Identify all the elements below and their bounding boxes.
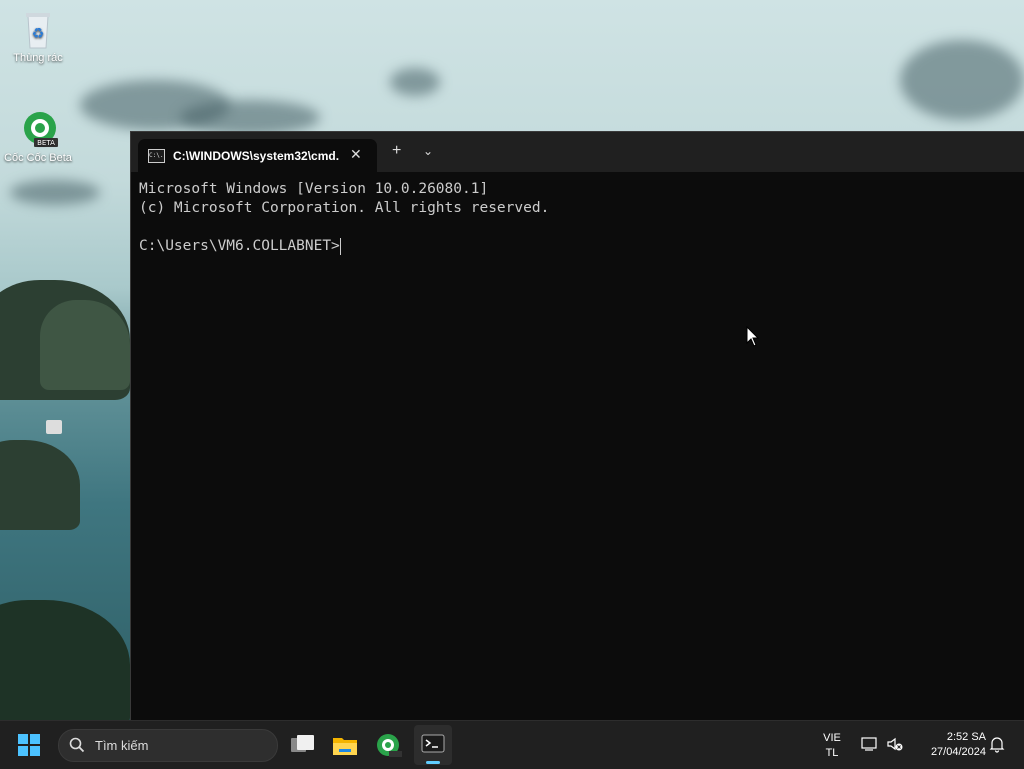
- search-box[interactable]: Tìm kiếm: [58, 729, 278, 762]
- task-view-icon[interactable]: [286, 729, 318, 761]
- search-icon: [69, 737, 85, 753]
- close-tab-icon[interactable]: ✕: [350, 146, 362, 163]
- terminal-window[interactable]: C:\. C:\WINDOWS\system32\cmd. ✕ + ⌄ Micr…: [130, 131, 1024, 721]
- search-placeholder: Tìm kiếm: [95, 738, 149, 753]
- chevron-down-icon[interactable]: ⌄: [423, 144, 433, 158]
- desktop-icon-label: Cốc Cốc Beta: [4, 152, 72, 164]
- svg-text:♻: ♻: [32, 26, 45, 42]
- console-line: (c) Microsoft Corporation. All rights re…: [139, 200, 550, 216]
- clock-date: 27/04/2024: [930, 746, 986, 758]
- coccoc-icon[interactable]: [373, 729, 405, 761]
- terminal-tab[interactable]: C:\. C:\WINDOWS\system32\cmd. ✕: [138, 139, 377, 172]
- notification-bell-icon[interactable]: [988, 735, 1006, 753]
- console-prompt: C:\Users\VM6.COLLABNET>: [139, 238, 340, 254]
- taskbar: Tìm kiếm VIE TL 2:52 SA 27/04/2024: [0, 720, 1024, 769]
- console-line: Microsoft Windows [Version 10.0.26080.1]: [139, 181, 489, 197]
- language-code: VIE: [823, 732, 841, 744]
- console-prompt-line: C:\Users\VM6.COLLABNET>: [139, 237, 549, 256]
- cmd-icon: C:\.: [148, 149, 165, 163]
- language-indicator[interactable]: VIE TL: [818, 731, 846, 761]
- new-tab-button[interactable]: +: [392, 142, 401, 160]
- console-output[interactable]: Microsoft Windows [Version 10.0.26080.1]…: [139, 180, 549, 256]
- svg-text:BETA: BETA: [37, 139, 55, 147]
- start-button[interactable]: [17, 733, 41, 757]
- active-app-indicator: [426, 761, 440, 764]
- mouse-pointer-icon: [746, 325, 760, 353]
- desktop-icon-coccoc-beta[interactable]: BETA Cốc Cốc Beta: [0, 108, 76, 164]
- windows-logo-icon: [18, 734, 40, 756]
- terminal-titlebar[interactable]: C:\. C:\WINDOWS\system32\cmd. ✕ + ⌄: [131, 132, 1024, 172]
- recycle-bin-icon: ♻: [18, 8, 58, 49]
- tab-title: C:\WINDOWS\system32\cmd.: [173, 149, 340, 163]
- file-explorer-icon[interactable]: [329, 729, 361, 761]
- text-cursor: [339, 237, 341, 255]
- desktop-icon-recycle-bin[interactable]: ♻ Thùng rác: [0, 8, 76, 64]
- keyboard-code: TL: [825, 747, 839, 759]
- coccoc-beta-icon: BETA: [18, 108, 58, 148]
- volume-muted-icon[interactable]: [886, 735, 904, 753]
- clock[interactable]: 2:52 SA 27/04/2024: [914, 730, 986, 760]
- clock-time: 2:52 SA: [946, 731, 986, 743]
- desktop-icon-label: Thùng rác: [13, 52, 63, 64]
- network-icon[interactable]: [860, 735, 878, 753]
- terminal-icon[interactable]: [414, 725, 452, 765]
